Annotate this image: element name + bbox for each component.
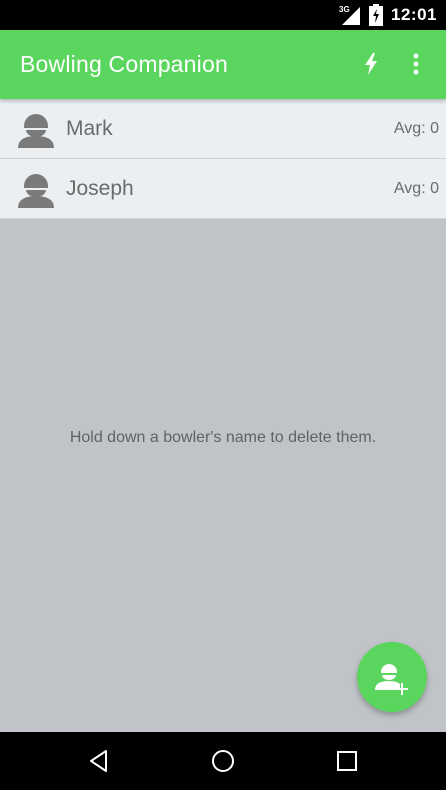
bowler-list: Mark Avg: 0 Joseph Avg: 0: [0, 99, 446, 219]
bowler-average: Avg: 0: [393, 180, 439, 197]
home-icon[interactable]: [211, 749, 235, 773]
app-title: Bowling Companion: [20, 51, 228, 77]
bowler-row[interactable]: Joseph Avg: 0: [0, 159, 446, 219]
bowler-name: Mark: [66, 117, 113, 140]
app-bar: Bowling Companion: [0, 30, 446, 99]
bowler-average: Avg: 0: [393, 120, 439, 137]
battery-charging-icon: [369, 4, 383, 26]
navigation-bar: [0, 732, 446, 790]
add-bowler-icon: [375, 664, 408, 695]
add-bowler-button[interactable]: [357, 642, 427, 712]
overflow-menu-icon[interactable]: [404, 52, 428, 76]
bowler-row[interactable]: Mark Avg: 0: [0, 99, 446, 159]
status-bar: 3G 12:01: [0, 0, 446, 30]
back-icon[interactable]: [87, 749, 111, 773]
bowler-avatar-icon: [18, 114, 54, 148]
recents-icon[interactable]: [335, 749, 359, 773]
delete-hint-text: Hold down a bowler's name to delete them…: [69, 429, 377, 446]
cell-signal-icon: [342, 7, 360, 25]
lightning-bolt-icon[interactable]: [360, 52, 382, 76]
bowler-name: Joseph: [66, 177, 134, 200]
clock: 12:01: [391, 5, 437, 24]
bowler-avatar-icon: [18, 174, 54, 208]
